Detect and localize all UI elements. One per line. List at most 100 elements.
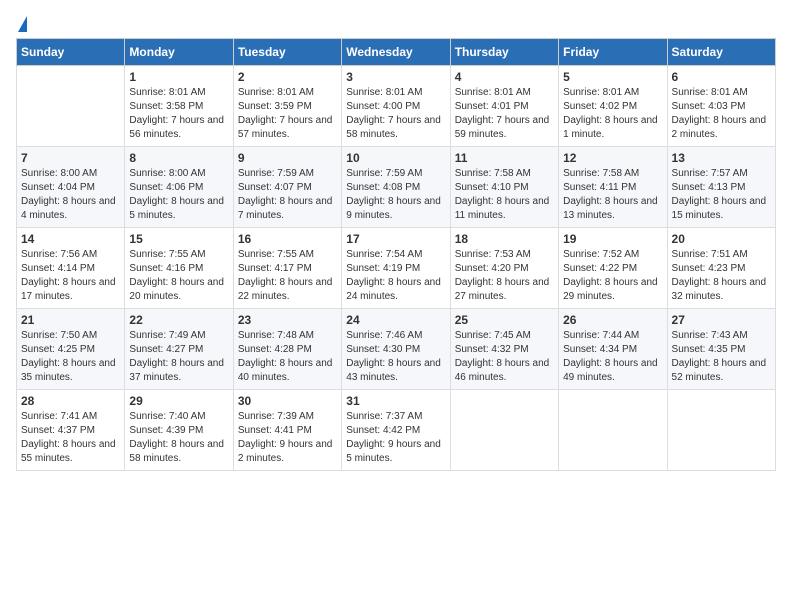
calendar-week-row: 1 Sunrise: 8:01 AMSunset: 3:58 PMDaylight… (17, 66, 776, 147)
header (16, 16, 776, 30)
col-header-saturday: Saturday (667, 39, 775, 66)
day-number: 14 (21, 232, 120, 246)
calendar-cell: 19 Sunrise: 7:52 AMSunset: 4:22 PMDayligh… (559, 228, 667, 309)
day-number: 17 (346, 232, 445, 246)
day-info: Sunrise: 7:50 AMSunset: 4:25 PMDaylight:… (21, 329, 120, 385)
calendar-body: 1 Sunrise: 8:01 AMSunset: 3:58 PMDaylight… (17, 66, 776, 471)
calendar-cell: 26Sunrise: 7:44 AMSunset: 4:34 PMDayligh… (559, 309, 667, 390)
calendar-cell: 22Sunrise: 7:49 AMSunset: 4:27 PMDayligh… (125, 309, 233, 390)
calendar-cell: 31Sunrise: 7:37 AMSunset: 4:42 PMDayligh… (342, 390, 450, 471)
day-number: 8 (129, 151, 228, 165)
calendar-cell: 18 Sunrise: 7:53 AMSunset: 4:20 PMDayligh… (450, 228, 558, 309)
day-number: 23 (238, 313, 337, 327)
calendar-cell: 4 Sunrise: 8:01 AMSunset: 4:01 PMDaylight… (450, 66, 558, 147)
calendar-cell: 14 Sunrise: 7:56 AMSunset: 4:14 PMDayligh… (17, 228, 125, 309)
day-number: 18 (455, 232, 554, 246)
day-number: 11 (455, 151, 554, 165)
calendar-cell: 5 Sunrise: 8:01 AMSunset: 4:02 PMDaylight… (559, 66, 667, 147)
calendar-cell: 12 Sunrise: 7:58 AMSunset: 4:11 PMDayligh… (559, 147, 667, 228)
calendar-cell: 7Sunrise: 8:00 AMSunset: 4:04 PMDaylight… (17, 147, 125, 228)
col-header-wednesday: Wednesday (342, 39, 450, 66)
calendar-cell: 25Sunrise: 7:45 AMSunset: 4:32 PMDayligh… (450, 309, 558, 390)
calendar-cell: 30 Sunrise: 7:39 AMSunset: 4:41 PMDayligh… (233, 390, 341, 471)
day-info: Sunrise: 7:48 AMSunset: 4:28 PMDaylight:… (238, 329, 337, 385)
calendar-cell: 20 Sunrise: 7:51 AMSunset: 4:23 PMDayligh… (667, 228, 775, 309)
day-number: 6 (672, 70, 771, 84)
day-number: 5 (563, 70, 662, 84)
day-number: 1 (129, 70, 228, 84)
calendar-week-row: 28 Sunrise: 7:41 AMSunset: 4:37 PMDayligh… (17, 390, 776, 471)
day-info: Sunrise: 7:51 AMSunset: 4:23 PMDaylight:… (672, 248, 771, 304)
day-info: Sunrise: 7:52 AMSunset: 4:22 PMDaylight:… (563, 248, 662, 304)
day-info: Sunrise: 8:01 AMSunset: 4:01 PMDaylight:… (455, 86, 554, 142)
day-info: Sunrise: 8:01 AMSunset: 4:02 PMDaylight:… (563, 86, 662, 142)
day-info: Sunrise: 7:54 AMSunset: 4:19 PMDaylight:… (346, 248, 445, 304)
calendar-cell: 23 Sunrise: 7:48 AMSunset: 4:28 PMDayligh… (233, 309, 341, 390)
calendar-cell: 6Sunrise: 8:01 AMSunset: 4:03 PMDaylight… (667, 66, 775, 147)
day-info: Sunrise: 7:43 AMSunset: 4:35 PMDaylight:… (672, 329, 771, 385)
col-header-friday: Friday (559, 39, 667, 66)
col-header-thursday: Thursday (450, 39, 558, 66)
day-info: Sunrise: 7:45 AMSunset: 4:32 PMDaylight:… (455, 329, 554, 385)
day-number: 13 (672, 151, 771, 165)
calendar-cell: 29 Sunrise: 7:40 AMSunset: 4:39 PMDayligh… (125, 390, 233, 471)
calendar-cell: 21 Sunrise: 7:50 AMSunset: 4:25 PMDayligh… (17, 309, 125, 390)
calendar-cell: 11Sunrise: 7:58 AMSunset: 4:10 PMDayligh… (450, 147, 558, 228)
calendar-cell (667, 390, 775, 471)
calendar-week-row: 7Sunrise: 8:00 AMSunset: 4:04 PMDaylight… (17, 147, 776, 228)
calendar-cell: 3 Sunrise: 8:01 AMSunset: 4:00 PMDaylight… (342, 66, 450, 147)
col-header-monday: Monday (125, 39, 233, 66)
day-info: Sunrise: 8:00 AMSunset: 4:04 PMDaylight:… (21, 167, 120, 223)
day-info: Sunrise: 8:01 AMSunset: 4:00 PMDaylight:… (346, 86, 445, 142)
col-header-tuesday: Tuesday (233, 39, 341, 66)
day-number: 24 (346, 313, 445, 327)
day-info: Sunrise: 7:55 AMSunset: 4:17 PMDaylight:… (238, 248, 337, 304)
calendar-header-row: SundayMondayTuesdayWednesdayThursdayFrid… (17, 39, 776, 66)
day-number: 30 (238, 394, 337, 408)
calendar-cell: 13 Sunrise: 7:57 AMSunset: 4:13 PMDayligh… (667, 147, 775, 228)
day-number: 9 (238, 151, 337, 165)
day-info: Sunrise: 7:56 AMSunset: 4:14 PMDaylight:… (21, 248, 120, 304)
day-info: Sunrise: 8:01 AMSunset: 3:59 PMDaylight:… (238, 86, 337, 142)
calendar-table: SundayMondayTuesdayWednesdayThursdayFrid… (16, 38, 776, 471)
day-info: Sunrise: 7:53 AMSunset: 4:20 PMDaylight:… (455, 248, 554, 304)
day-number: 29 (129, 394, 228, 408)
day-info: Sunrise: 7:40 AMSunset: 4:39 PMDaylight:… (129, 410, 228, 466)
day-number: 3 (346, 70, 445, 84)
calendar-week-row: 14 Sunrise: 7:56 AMSunset: 4:14 PMDayligh… (17, 228, 776, 309)
calendar-week-row: 21 Sunrise: 7:50 AMSunset: 4:25 PMDayligh… (17, 309, 776, 390)
day-number: 16 (238, 232, 337, 246)
calendar-cell (17, 66, 125, 147)
day-info: Sunrise: 7:59 AMSunset: 4:08 PMDaylight:… (346, 167, 445, 223)
day-info: Sunrise: 7:57 AMSunset: 4:13 PMDaylight:… (672, 167, 771, 223)
day-info: Sunrise: 7:39 AMSunset: 4:41 PMDaylight:… (238, 410, 337, 466)
day-info: Sunrise: 7:58 AMSunset: 4:11 PMDaylight:… (563, 167, 662, 223)
calendar-cell: 1 Sunrise: 8:01 AMSunset: 3:58 PMDaylight… (125, 66, 233, 147)
day-number: 26 (563, 313, 662, 327)
day-number: 28 (21, 394, 120, 408)
day-number: 12 (563, 151, 662, 165)
logo-triangle-icon (18, 16, 27, 32)
day-info: Sunrise: 7:41 AMSunset: 4:37 PMDaylight:… (21, 410, 120, 466)
calendar-cell: 9 Sunrise: 7:59 AMSunset: 4:07 PMDaylight… (233, 147, 341, 228)
day-info: Sunrise: 8:00 AMSunset: 4:06 PMDaylight:… (129, 167, 228, 223)
logo (16, 16, 27, 30)
calendar-cell: 24Sunrise: 7:46 AMSunset: 4:30 PMDayligh… (342, 309, 450, 390)
day-number: 15 (129, 232, 228, 246)
day-info: Sunrise: 8:01 AMSunset: 3:58 PMDaylight:… (129, 86, 228, 142)
col-header-sunday: Sunday (17, 39, 125, 66)
day-info: Sunrise: 7:55 AMSunset: 4:16 PMDaylight:… (129, 248, 228, 304)
day-number: 4 (455, 70, 554, 84)
day-info: Sunrise: 7:59 AMSunset: 4:07 PMDaylight:… (238, 167, 337, 223)
day-number: 27 (672, 313, 771, 327)
day-number: 22 (129, 313, 228, 327)
day-number: 10 (346, 151, 445, 165)
day-info: Sunrise: 7:37 AMSunset: 4:42 PMDaylight:… (346, 410, 445, 466)
day-number: 19 (563, 232, 662, 246)
calendar-cell: 28 Sunrise: 7:41 AMSunset: 4:37 PMDayligh… (17, 390, 125, 471)
calendar-cell: 2Sunrise: 8:01 AMSunset: 3:59 PMDaylight… (233, 66, 341, 147)
day-number: 21 (21, 313, 120, 327)
calendar-cell: 17 Sunrise: 7:54 AMSunset: 4:19 PMDayligh… (342, 228, 450, 309)
day-number: 20 (672, 232, 771, 246)
calendar-cell: 27 Sunrise: 7:43 AMSunset: 4:35 PMDayligh… (667, 309, 775, 390)
